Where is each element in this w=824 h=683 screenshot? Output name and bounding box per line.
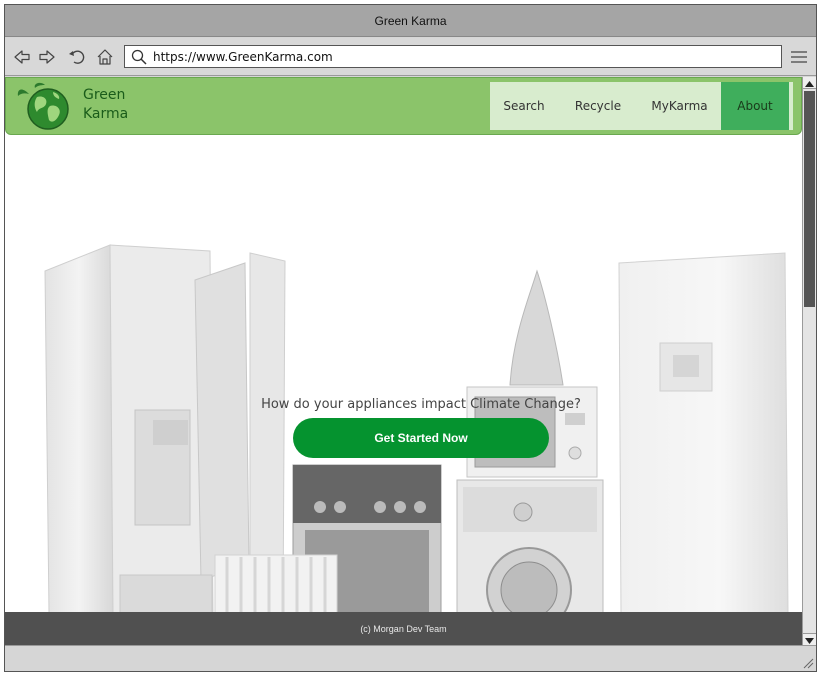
window-title: Green Karma <box>5 5 816 37</box>
site-footer: (c) Morgan Dev Team <box>5 612 802 645</box>
reload-icon[interactable] <box>68 48 86 66</box>
browser-toolbar: https://www.GreenKarma.com <box>5 38 816 76</box>
get-started-button[interactable]: Get Started Now <box>293 418 549 458</box>
address-bar[interactable]: https://www.GreenKarma.com <box>124 45 782 68</box>
vertical-scrollbar[interactable] <box>802 77 816 645</box>
url-text: https://www.GreenKarma.com <box>153 50 333 64</box>
appliances-background-image <box>44 244 789 613</box>
site-header: Green Karma Search Recycle MyKarma About <box>5 77 802 135</box>
hero-section: How do your appliances impact Climate Ch… <box>5 135 802 613</box>
globe-leaf-logo-icon[interactable] <box>15 82 73 132</box>
nav-item-about[interactable]: About <box>721 82 789 130</box>
nav-item-search[interactable]: Search <box>490 82 558 130</box>
brand-name[interactable]: Green Karma <box>83 86 128 124</box>
forward-icon[interactable] <box>38 48 56 66</box>
main-nav: Search Recycle MyKarma About <box>490 82 793 130</box>
scroll-thumb[interactable] <box>804 91 815 307</box>
page-viewport: Green Karma Search Recycle MyKarma About <box>5 77 802 645</box>
resize-grip-icon[interactable] <box>802 657 814 669</box>
scroll-down-button[interactable] <box>803 633 816 645</box>
nav-item-recycle[interactable]: Recycle <box>558 82 638 130</box>
scroll-up-button[interactable] <box>803 77 816 89</box>
arrow-up-icon <box>805 81 814 87</box>
brand-line-1: Green <box>83 87 126 103</box>
back-icon[interactable] <box>13 48 31 66</box>
nav-item-mykarma[interactable]: MyKarma <box>638 82 721 130</box>
status-bar <box>5 645 816 671</box>
hamburger-menu-icon[interactable] <box>791 50 807 64</box>
search-icon <box>131 49 147 65</box>
home-icon[interactable] <box>96 48 114 66</box>
hero-headline: How do your appliances impact Climate Ch… <box>261 397 581 412</box>
brand-line-2: Karma <box>83 106 129 122</box>
browser-window: Green Karma https://www.GreenKarma.com G… <box>4 4 817 672</box>
